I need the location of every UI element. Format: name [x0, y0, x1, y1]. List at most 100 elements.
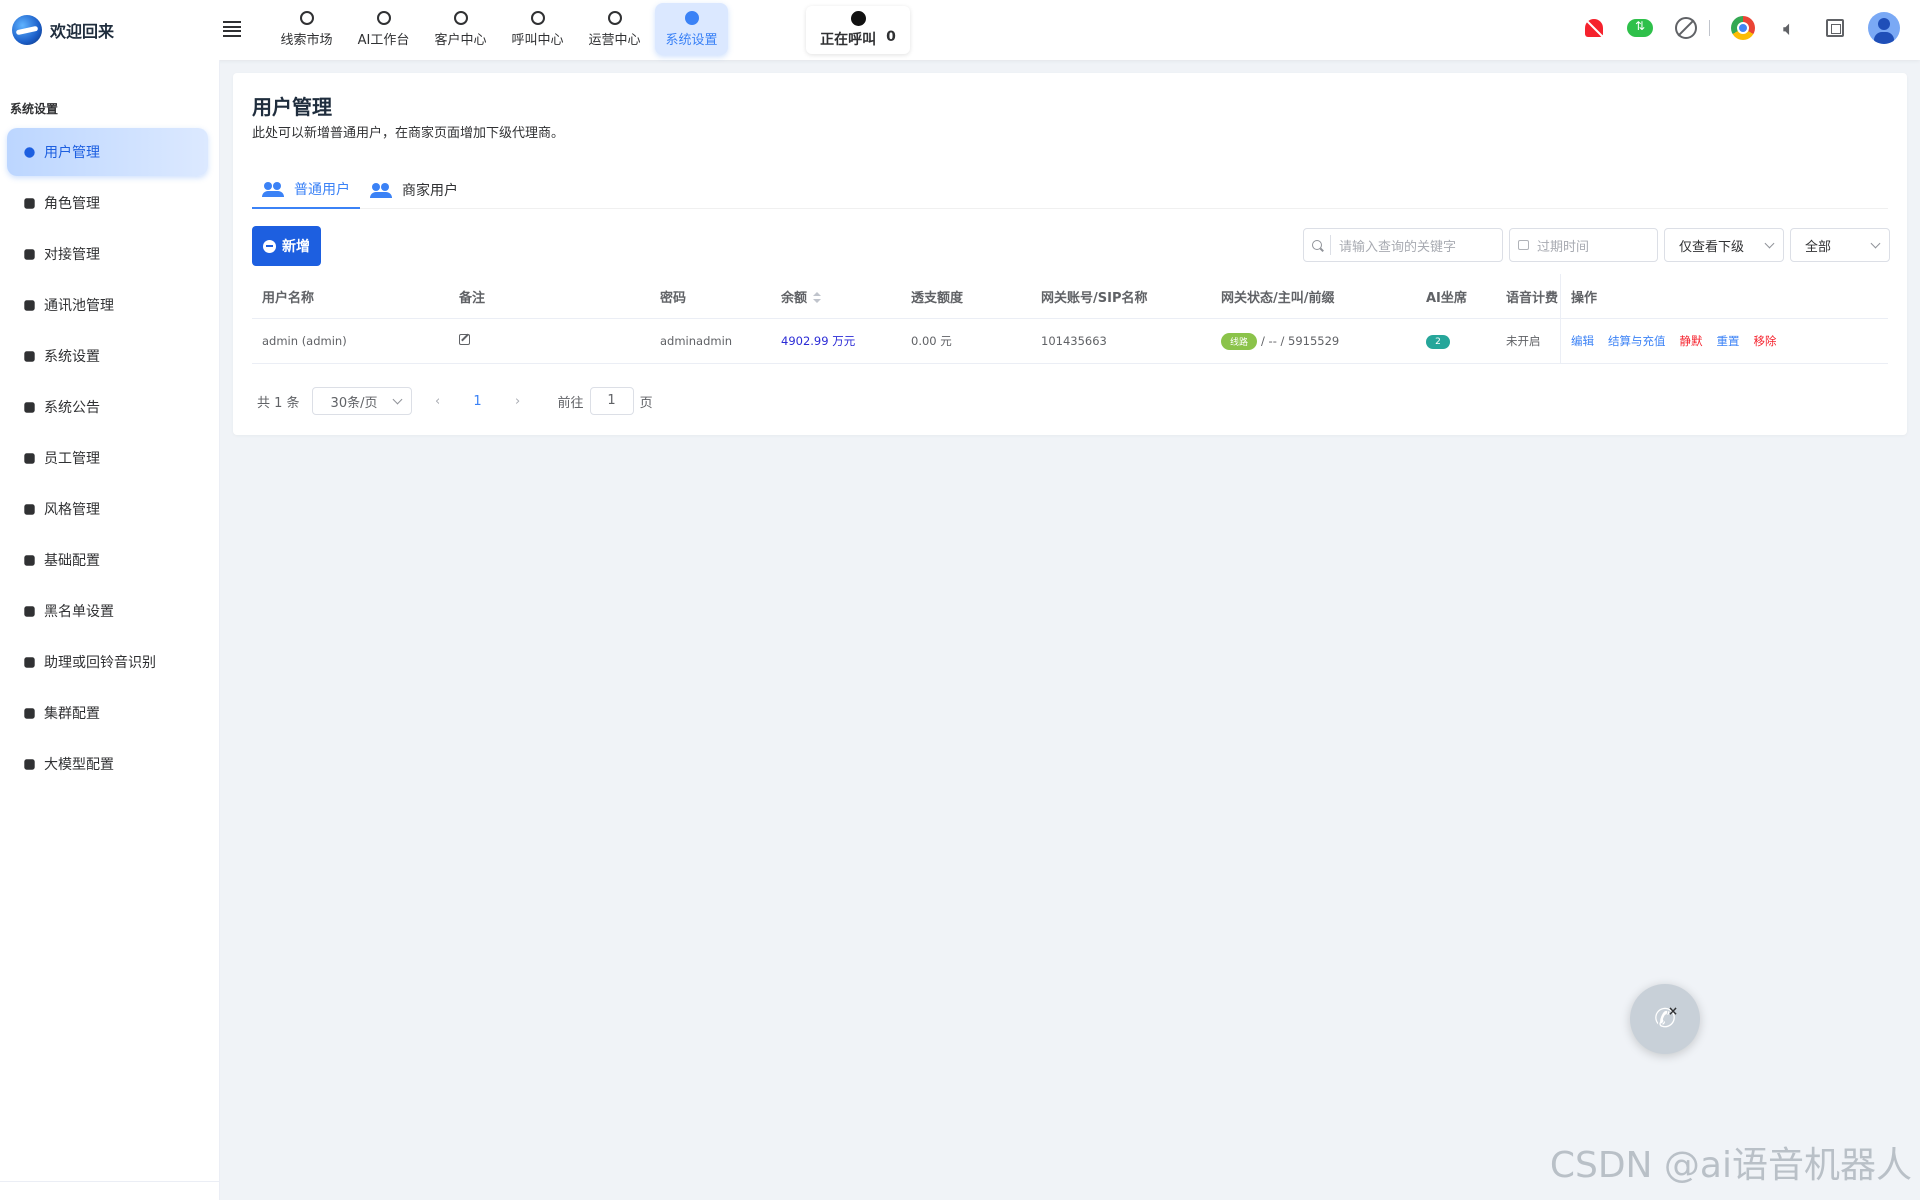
customer-icon	[453, 10, 468, 25]
chevron-down-icon	[1870, 238, 1881, 248]
mute-link[interactable]: 静默	[1680, 333, 1703, 349]
chrome-icon	[1731, 16, 1755, 40]
fullscreen-icon	[1826, 19, 1844, 37]
alarm-icon	[24, 401, 35, 413]
nav-label: 呼叫中心	[511, 32, 564, 48]
reset-link[interactable]: 重置	[1717, 333, 1740, 349]
nav-customer-center[interactable]: 客户中心	[424, 3, 497, 55]
nav-operation-center[interactable]: 运营中心	[578, 3, 651, 55]
block-button[interactable]	[1673, 15, 1699, 41]
sidebar-item-basic-config[interactable]: 基础配置	[7, 536, 208, 584]
col-actions-label: 操作	[1571, 290, 1598, 306]
page-size-value: 30条/页	[330, 395, 378, 411]
fullscreen-button[interactable]	[1822, 15, 1848, 41]
sidebar-item-blacklist[interactable]: 黑名单设置	[7, 587, 208, 635]
tab-normal-users[interactable]: 普通用户	[252, 171, 360, 209]
dashboard-icon	[24, 758, 35, 770]
share-icon	[24, 299, 35, 311]
top-header: 欢迎回来 线索市场 AI工作台 客户中心 呼叫中心 运营中心 系统设置 正在呼叫…	[0, 0, 1920, 60]
search-input[interactable]: 请输入查询的关键字	[1303, 228, 1503, 262]
sidebar-item-label: 对接管理	[44, 247, 100, 263]
page-size-select[interactable]: 30条/页	[311, 387, 412, 415]
sidebar: 系统设置 用户管理 角色管理 对接管理 通讯池管理 系统设置 系统公告 员工管理…	[0, 60, 220, 1200]
chevron-down-icon	[1764, 238, 1775, 248]
page-suffix: 页	[639, 395, 653, 411]
col-balance[interactable]: 余额	[773, 287, 903, 306]
scope-select[interactable]: 仅查看下级	[1664, 228, 1784, 262]
add-button-label: 新增	[282, 239, 310, 255]
nav-clue-market[interactable]: 线索市场	[270, 3, 343, 55]
tab-merchant-users[interactable]: 商家用户	[360, 171, 468, 209]
sidebar-item-label: 通讯池管理	[44, 298, 114, 314]
sidebar-item-integration-management[interactable]: 对接管理	[7, 230, 208, 278]
calling-label: 正在呼叫	[820, 32, 877, 48]
sidebar-item-role-management[interactable]: 角色管理	[7, 179, 208, 227]
brand-title: 欢迎回来	[50, 22, 115, 41]
headset-icon	[530, 10, 545, 25]
volume-icon: 🔈︎	[1783, 16, 1795, 40]
add-user-button[interactable]: 新增	[252, 226, 321, 266]
scope-select-value: 仅查看下级	[1679, 239, 1745, 255]
plus-circle-icon	[263, 239, 276, 253]
cell-remark	[451, 334, 652, 348]
ban-icon	[1675, 17, 1697, 39]
page-title: 用户管理	[252, 95, 332, 119]
sidebar-item-cluster-config[interactable]: 集群配置	[7, 689, 208, 737]
sidebar-item-staff[interactable]: 员工管理	[7, 434, 208, 482]
nav-label: 系统设置	[665, 32, 718, 48]
volume-button[interactable]: 🔈︎	[1776, 15, 1802, 41]
chrome-button[interactable]	[1730, 15, 1756, 41]
sidebar-item-label: 大模型配置	[44, 757, 114, 773]
sort-icon[interactable]	[813, 292, 822, 304]
settle-recharge-link[interactable]: 结算与充值	[1608, 333, 1666, 349]
status-select[interactable]: 全部	[1790, 228, 1890, 262]
contact-icon	[24, 605, 35, 617]
search-icon	[1312, 240, 1322, 250]
sidebar-item-label: 风格管理	[44, 502, 100, 518]
nav-label: 线索市场	[280, 32, 333, 48]
sidebar-item-ringback-detection[interactable]: 助理或回铃音识别	[7, 638, 208, 686]
page-number[interactable]: 1	[464, 394, 492, 409]
col-username: 用户名称	[262, 290, 315, 306]
nav-label: 运营中心	[588, 32, 641, 48]
sidebar-section-title: 系统设置	[10, 102, 59, 116]
edit-link[interactable]: 编辑	[1571, 333, 1594, 349]
divider	[1709, 20, 1710, 36]
sidebar-item-style[interactable]: 风格管理	[7, 485, 208, 533]
menu-toggle-icon[interactable]	[223, 21, 241, 37]
nav-ai-workbench[interactable]: AI工作台	[347, 3, 420, 55]
sidebar-item-label: 集群配置	[44, 706, 100, 722]
nav-call-center[interactable]: 呼叫中心	[501, 3, 574, 55]
next-page-button[interactable]: ›	[504, 394, 532, 409]
col-balance-label: 余额	[781, 290, 808, 306]
divider	[0, 1181, 220, 1182]
sidebar-item-system-settings[interactable]: 系统设置	[7, 332, 208, 380]
expiry-date-picker[interactable]: 过期时间	[1509, 228, 1658, 262]
link-icon	[24, 248, 35, 260]
sidebar-item-llm-config[interactable]: 大模型配置	[7, 740, 208, 788]
prev-page-button[interactable]: ‹	[424, 394, 452, 409]
col-actions: 操作	[1560, 274, 1888, 318]
goto-page-input[interactable]: 1	[589, 387, 634, 415]
edit-icon[interactable]	[459, 334, 470, 345]
remove-link[interactable]: 移除	[1754, 333, 1777, 349]
chevron-down-icon	[392, 394, 402, 404]
sidebar-item-announcements[interactable]: 系统公告	[7, 383, 208, 431]
floating-phone-button[interactable]: ✆ ×	[1630, 984, 1700, 1054]
cell-gateway: 101435663	[1041, 334, 1107, 348]
users-icon	[262, 182, 284, 197]
nav-system-settings[interactable]: 系统设置	[655, 3, 728, 55]
cell-balance: 4902.99 万元	[781, 334, 856, 348]
brand[interactable]: 欢迎回来	[12, 14, 114, 46]
calling-status[interactable]: 正在呼叫 0	[806, 6, 910, 54]
cloud-sync-button[interactable]	[1627, 15, 1653, 41]
notification-off-button[interactable]	[1581, 15, 1607, 41]
avatar[interactable]	[1868, 12, 1900, 44]
sidebar-item-user-management[interactable]: 用户管理	[7, 128, 208, 176]
sidebar-item-comm-pool[interactable]: 通讯池管理	[7, 281, 208, 329]
status-badge: 线路	[1221, 332, 1258, 350]
cloud-sync-icon	[1627, 19, 1653, 37]
user-table: 用户名称 备注 密码 余额 透支额度 网关账号/SIP名称 网关状态/主叫/前缀…	[252, 274, 1888, 364]
top-nav: 线索市场 AI工作台 客户中心 呼叫中心 运营中心 系统设置	[270, 3, 728, 55]
cell-ai-seats: 2	[1418, 333, 1498, 349]
